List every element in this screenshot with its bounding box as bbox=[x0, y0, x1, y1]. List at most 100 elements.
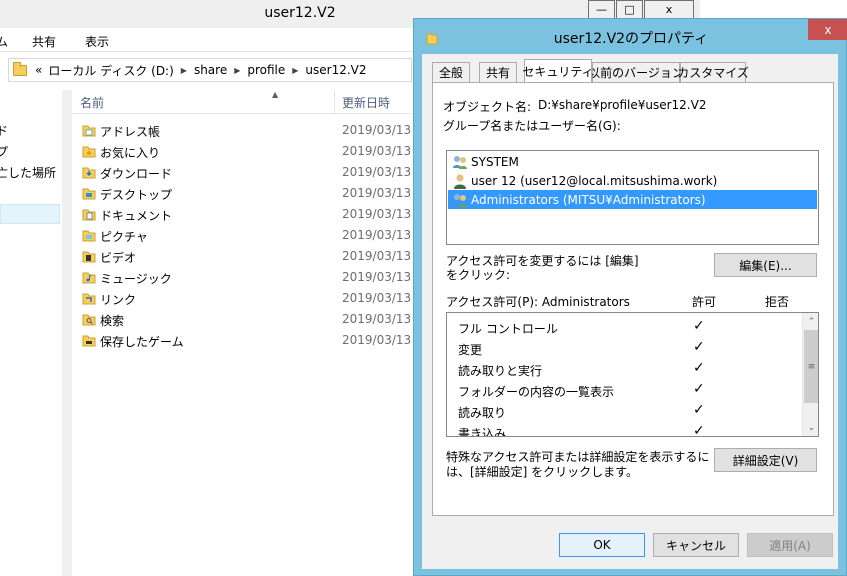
tab-general[interactable]: 全般 bbox=[432, 62, 470, 83]
file-name: ビデオ bbox=[100, 251, 137, 265]
tab-sharing[interactable]: 共有 bbox=[479, 62, 517, 83]
file-row-pictures[interactable]: ピクチャ 2019/03/13 1 bbox=[72, 225, 423, 246]
nav-item-desktop[interactable]: プ bbox=[0, 143, 8, 160]
folder-music-icon bbox=[82, 272, 96, 284]
folder-saved-games-icon bbox=[82, 335, 96, 347]
file-date: 2019/03/13 1 bbox=[342, 144, 423, 158]
file-date: 2019/03/13 1 bbox=[342, 270, 423, 284]
permission-row-write: 書き込み ✓ bbox=[447, 421, 802, 437]
nav-item-selected[interactable] bbox=[0, 204, 60, 224]
tab-security[interactable]: セキュリティ bbox=[522, 59, 594, 82]
file-row-links[interactable]: リンク 2019/03/13 1 bbox=[72, 288, 423, 309]
maximize-button[interactable]: □ bbox=[616, 0, 643, 19]
ribbon-tab-share[interactable]: 共有 bbox=[32, 33, 56, 50]
file-row-saved-games[interactable]: 保存したゲーム 2019/03/13 1 bbox=[72, 330, 423, 351]
column-divider[interactable] bbox=[334, 90, 335, 114]
file-date: 2019/03/13 1 bbox=[342, 228, 423, 242]
file-row-desktop[interactable]: デスクトップ 2019/03/13 1 bbox=[72, 183, 423, 204]
breadcrumb-profile[interactable]: profile bbox=[247, 63, 285, 77]
file-date: 2019/03/13 1 bbox=[342, 312, 423, 326]
allow-check-icon: ✓ bbox=[693, 339, 705, 355]
file-row-favorites[interactable]: お気に入り 2019/03/13 1 bbox=[72, 141, 423, 162]
scroll-up-icon[interactable]: ⌃ bbox=[803, 313, 818, 330]
user-name: user 12 (user12@local.mitsushima.work) bbox=[471, 173, 718, 188]
file-date: 2019/03/13 1 bbox=[342, 165, 423, 179]
allow-check-icon: ✓ bbox=[693, 318, 705, 334]
file-date: 2019/03/13 1 bbox=[342, 249, 423, 263]
edit-button[interactable]: 編集(E)... bbox=[714, 253, 817, 277]
minimize-button[interactable]: — bbox=[588, 0, 615, 19]
scroll-down-icon[interactable]: ⌄ bbox=[803, 419, 818, 436]
dialog-title: user12.V2のプロパティ bbox=[553, 31, 709, 47]
nav-item-downloads[interactable]: ド bbox=[0, 122, 8, 139]
folder-documents-icon bbox=[82, 209, 96, 221]
file-row-music[interactable]: ミュージック 2019/03/13 1 bbox=[72, 267, 423, 288]
allow-check-icon: ✓ bbox=[693, 423, 705, 437]
user-name: SYSTEM bbox=[471, 154, 519, 169]
explorer-close-button[interactable]: x bbox=[644, 0, 694, 19]
permissions-scrollbar[interactable]: ⌃ ≡ ⌄ bbox=[802, 313, 818, 436]
group-icon bbox=[453, 155, 467, 169]
tab-previous-versions[interactable]: 以前のバージョン bbox=[588, 62, 684, 83]
navigation-pane: ド プ 亡した場所 bbox=[0, 90, 62, 576]
tab-customize[interactable]: カスタマイズ bbox=[677, 62, 749, 83]
ok-button[interactable]: OK bbox=[559, 533, 645, 557]
permission-name: フル コントロール bbox=[458, 322, 558, 336]
user-row-user12[interactable]: user 12 (user12@local.mitsushima.work) bbox=[448, 171, 817, 190]
chevron-right-icon[interactable]: ▶ bbox=[181, 66, 187, 75]
permission-row-read: 読み取り ✓ bbox=[447, 400, 802, 421]
address-overflow-icon[interactable]: « bbox=[35, 63, 42, 77]
file-date: 2019/03/13 1 bbox=[342, 123, 423, 137]
close-icon: x bbox=[665, 3, 673, 16]
address-bar[interactable]: « ローカル ディスク (D:) ▶ share ▶ profile ▶ use… bbox=[8, 58, 412, 82]
chevron-right-icon[interactable]: ▶ bbox=[234, 66, 240, 75]
permission-name: 読み取りと実行 bbox=[458, 364, 543, 378]
nav-item-recent-places[interactable]: 亡した場所 bbox=[0, 164, 56, 181]
ribbon-tab-home[interactable]: ム bbox=[0, 33, 8, 50]
allow-header: 許可 bbox=[692, 295, 717, 309]
permission-row-full-control: フル コントロール ✓ bbox=[447, 316, 802, 337]
permission-name: 書き込み bbox=[458, 427, 507, 437]
file-name: お気に入り bbox=[100, 146, 161, 160]
permission-name: フォルダーの内容の一覧表示 bbox=[458, 385, 615, 399]
file-name: ミュージック bbox=[100, 272, 172, 286]
cancel-button[interactable]: キャンセル bbox=[653, 533, 739, 557]
file-date: 2019/03/13 1 bbox=[342, 291, 423, 305]
column-header-name[interactable]: 名前 bbox=[80, 94, 104, 111]
user-icon bbox=[454, 174, 466, 189]
permission-row-list-folder: フォルダーの内容の一覧表示 ✓ bbox=[447, 379, 802, 400]
advanced-button[interactable]: 詳細設定(V) bbox=[714, 448, 817, 472]
file-row-downloads[interactable]: ダウンロード 2019/03/13 1 bbox=[72, 162, 423, 183]
file-row-searches[interactable]: 検索 2019/03/13 1 bbox=[72, 309, 423, 330]
breadcrumb-local-disk[interactable]: ローカル ディスク (D:) bbox=[48, 62, 173, 79]
permission-name: 変更 bbox=[458, 343, 483, 357]
file-row-address-book[interactable]: アドレス帳 2019/03/13 1 bbox=[72, 120, 423, 141]
file-name: ドキュメント bbox=[100, 209, 173, 223]
users-list[interactable]: SYSTEM user 12 (user12@local.mitsushima.… bbox=[446, 150, 819, 245]
scroll-thumb[interactable]: ≡ bbox=[804, 330, 818, 403]
file-name: ピクチャ bbox=[100, 230, 148, 244]
column-header-date[interactable]: 更新日時 bbox=[342, 94, 390, 111]
allow-check-icon: ✓ bbox=[693, 381, 705, 397]
permissions-list[interactable]: フル コントロール ✓ 変更 ✓ 読み取りと実行 ✓ フォルダーの内容の一覧表示… bbox=[446, 312, 819, 437]
file-date: 2019/03/13 1 bbox=[342, 186, 423, 200]
dialog-close-button[interactable]: x bbox=[808, 19, 847, 40]
file-row-videos[interactable]: ビデオ 2019/03/13 1 bbox=[72, 246, 423, 267]
close-icon: x bbox=[824, 22, 832, 37]
file-row-documents[interactable]: ドキュメント 2019/03/13 1 bbox=[72, 204, 423, 225]
chevron-right-icon[interactable]: ▶ bbox=[292, 66, 298, 75]
permission-row-read-execute: 読み取りと実行 ✓ bbox=[447, 358, 802, 379]
ribbon-tab-view[interactable]: 表示 bbox=[85, 33, 109, 50]
breadcrumb-share[interactable]: share bbox=[194, 63, 227, 77]
apply-button[interactable]: 適用(A) bbox=[747, 533, 833, 557]
file-name: ダウンロード bbox=[100, 167, 173, 181]
navigation-scrollbar[interactable] bbox=[62, 90, 72, 576]
file-name: アドレス帳 bbox=[100, 125, 161, 139]
folder-desktop-icon bbox=[82, 188, 96, 200]
deny-header: 拒否 bbox=[765, 295, 790, 309]
group-user-label: グループ名またはユーザー名(G): bbox=[443, 119, 621, 133]
file-name: リンク bbox=[100, 293, 137, 307]
user-row-system[interactable]: SYSTEM bbox=[448, 152, 817, 171]
breadcrumb-user12[interactable]: user12.V2 bbox=[305, 63, 366, 77]
user-row-administrators[interactable]: Administrators (MITSU¥Administrators) bbox=[448, 190, 817, 209]
